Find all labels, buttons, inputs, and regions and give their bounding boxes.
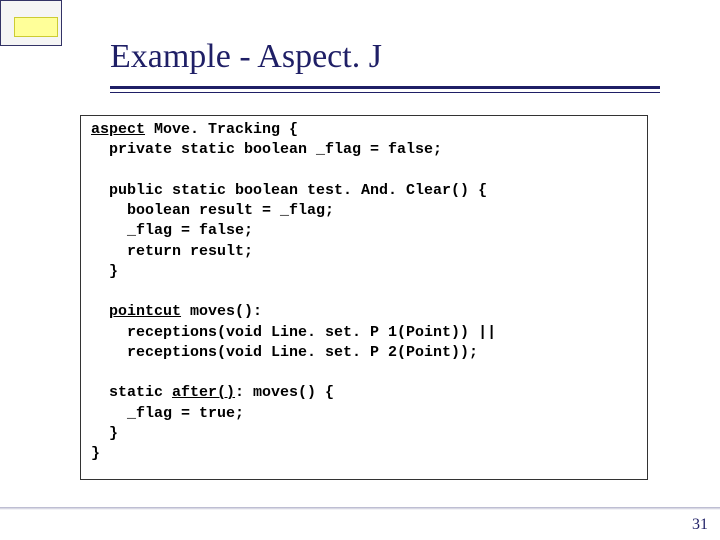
code-line-14: }	[91, 445, 100, 462]
code-line-12: _flag = true;	[91, 405, 244, 422]
code-line-11a: static	[91, 384, 172, 401]
code-line-3: public static boolean test. And. Clear()…	[91, 182, 487, 199]
code-line-7: }	[91, 263, 118, 280]
kw-after: after()	[172, 384, 235, 401]
footer-divider	[0, 507, 720, 510]
code-line-6: return result;	[91, 243, 253, 260]
kw-pointcut: pointcut	[109, 303, 181, 320]
code-line-4: boolean result = _flag;	[91, 202, 334, 219]
code-line-9: receptions(void Line. set. P 1(Point)) |…	[91, 324, 496, 341]
code-line-2: private static boolean _flag = false;	[91, 141, 442, 158]
page-number: 31	[692, 516, 708, 534]
title-underline-thick	[110, 86, 660, 89]
corner-decoration	[0, 0, 70, 55]
kw-aspect: aspect	[91, 121, 145, 138]
code-line-5: _flag = false;	[91, 222, 253, 239]
code-line-13: }	[91, 425, 118, 442]
code-line-8a	[91, 303, 109, 320]
code-line-8c: moves():	[181, 303, 262, 320]
corner-rect-small	[14, 17, 58, 37]
code-line-10: receptions(void Line. set. P 2(Point));	[91, 344, 478, 361]
code-line-1b: Move. Tracking {	[145, 121, 298, 138]
code-line-11c: : moves() {	[235, 384, 334, 401]
code-block: aspect Move. Tracking { private static b…	[80, 115, 648, 480]
page-title: Example - Aspect. J	[110, 38, 382, 76]
title-underline-thin	[110, 92, 660, 93]
